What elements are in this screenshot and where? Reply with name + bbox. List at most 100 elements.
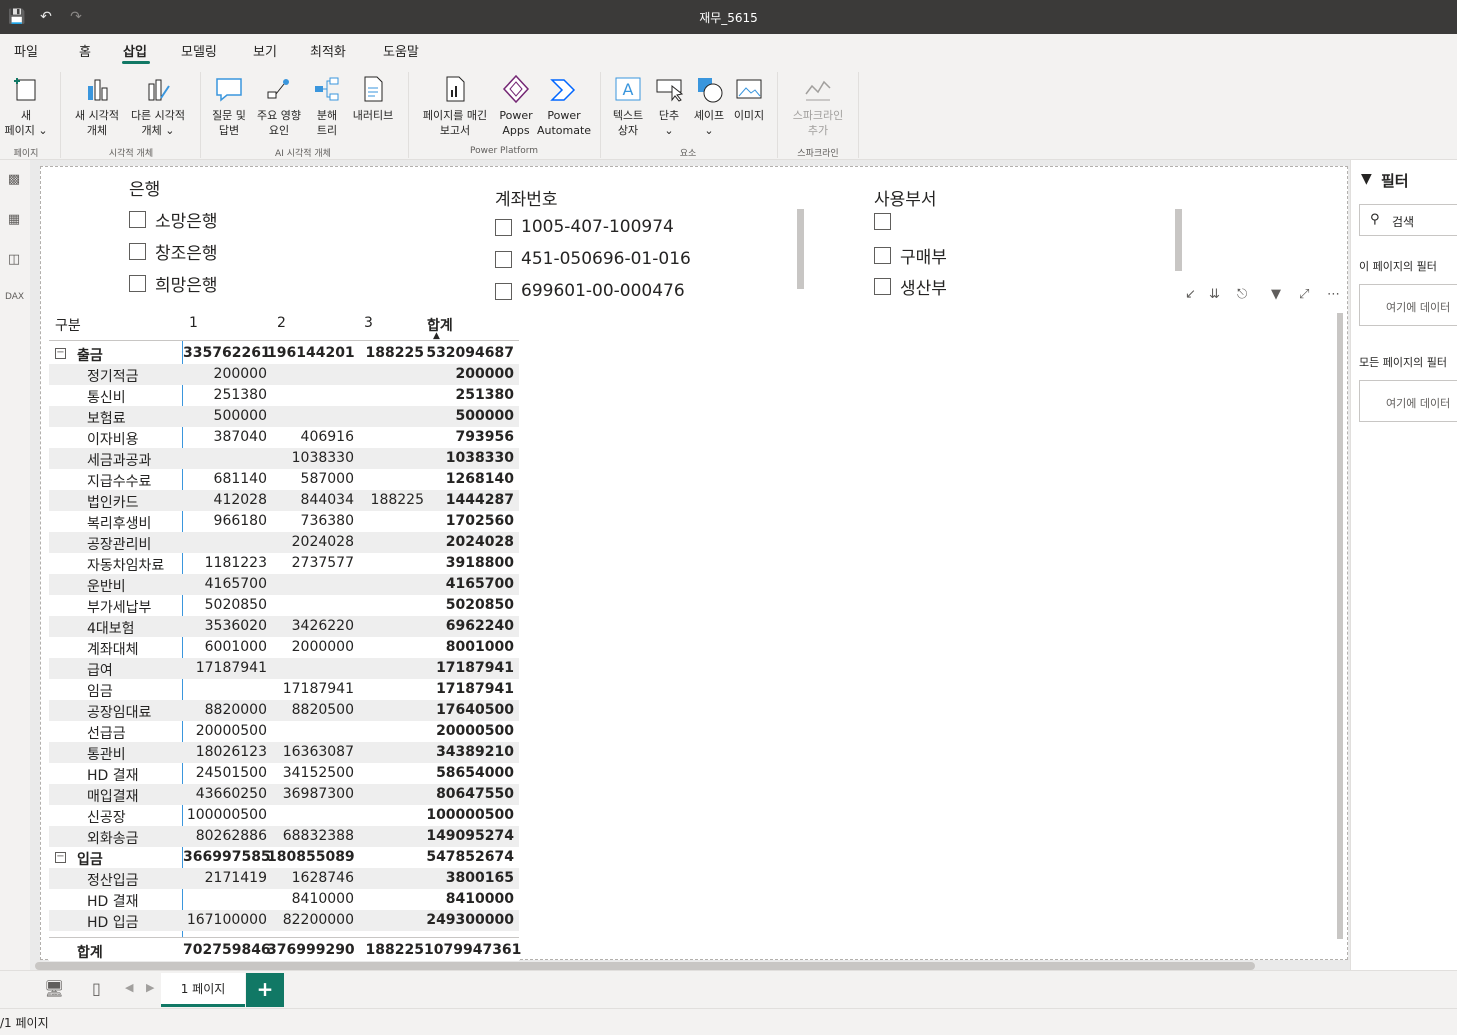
power-automate-button[interactable]: Power Automate bbox=[536, 74, 592, 138]
menu-view[interactable]: 보기 bbox=[253, 41, 277, 60]
this-page-filter-dropzone[interactable]: 여기에 데이터 bbox=[1359, 284, 1457, 326]
matrix-row[interactable]: 공장임대료 8820000 8820500 17640500 bbox=[49, 700, 519, 721]
account-slicer-item[interactable]: 451-050696-01-016 bbox=[495, 249, 691, 269]
matrix-row[interactable]: 통관비 18026123 16363087 34389210 bbox=[49, 742, 519, 763]
checkbox[interactable] bbox=[874, 247, 891, 264]
matrix-row[interactable]: 자동차임차료 1181223 2737577 3918800 bbox=[49, 553, 519, 574]
matrix-row[interactable]: 운반비 4165700 4165700 bbox=[49, 574, 519, 595]
checkbox[interactable] bbox=[874, 278, 891, 295]
checkbox[interactable] bbox=[874, 213, 891, 230]
hierarchy-icon[interactable]: ⎋ bbox=[1237, 287, 1247, 302]
menu-optimize[interactable]: 최적화 bbox=[310, 41, 346, 60]
matrix-row[interactable]: HD 입금 167100000 82200000 249300000 bbox=[49, 910, 519, 931]
new-page-button[interactable]: 새 페이지 ⌄ bbox=[2, 74, 50, 138]
matrix-row[interactable]: 통신비 251380 251380 bbox=[49, 385, 519, 406]
matrix-row[interactable]: 부가세납부 5020850 5020850 bbox=[49, 595, 519, 616]
matrix-header-category[interactable]: 구분 bbox=[55, 315, 81, 335]
page-tab-1[interactable]: 1 페이지 bbox=[161, 973, 245, 1007]
checkbox[interactable] bbox=[495, 282, 512, 300]
matrix-header-col1[interactable]: 1 bbox=[189, 315, 198, 331]
bank-slicer-item[interactable]: 창조은행 bbox=[129, 239, 218, 264]
menu-home[interactable]: 홈 bbox=[79, 41, 91, 60]
value-cell: 335762261 bbox=[183, 345, 271, 361]
drill-down-icon[interactable]: ↙ bbox=[1185, 287, 1196, 302]
more-options-icon[interactable]: ⋯ bbox=[1327, 287, 1340, 302]
matrix-row[interactable]: 계좌대체 6001000 2000000 8001000 bbox=[49, 637, 519, 658]
canvas-vertical-scrollbar[interactable] bbox=[1337, 313, 1343, 939]
all-pages-filters-label: 모든 페이지의 필터 bbox=[1359, 356, 1447, 369]
matrix-row[interactable]: 급여 17187941 17187941 bbox=[49, 658, 519, 679]
filters-search-input[interactable]: ⚲ 검색 bbox=[1359, 204, 1457, 236]
next-page-icon[interactable]: ▶ bbox=[146, 981, 154, 994]
account-slicer-item[interactable]: 699601-00-000476 bbox=[495, 281, 685, 301]
matrix-group-row[interactable]: − 입금 366997585 180855089 547852674 bbox=[49, 847, 519, 868]
matrix-header-col3[interactable]: 3 bbox=[364, 315, 373, 331]
paginated-report-button[interactable]: 페이지를 매긴 보고서 bbox=[414, 74, 496, 138]
matrix-row[interactable]: 공장관리비 2024028 2024028 bbox=[49, 532, 519, 553]
narrative-button[interactable]: 내러티브 bbox=[348, 74, 398, 123]
canvas-horizontal-scrollbar[interactable] bbox=[35, 962, 1255, 970]
table-view-icon[interactable]: ▦ bbox=[5, 212, 23, 230]
matrix-header-col2[interactable]: 2 bbox=[277, 315, 286, 331]
matrix-row[interactable]: 법인카드 412028 844034 188225 1444287 bbox=[49, 490, 519, 511]
matrix-row[interactable]: 신공장 100000500 100000500 bbox=[49, 805, 519, 826]
power-apps-button[interactable]: Power Apps bbox=[496, 74, 536, 138]
add-page-button[interactable]: + bbox=[246, 973, 284, 1007]
matrix-row[interactable]: HD 결재 24501500 34152500 58654000 bbox=[49, 763, 519, 784]
checkbox[interactable] bbox=[495, 218, 512, 236]
checkbox[interactable] bbox=[129, 275, 146, 292]
desktop-layout-icon[interactable]: 🖥 bbox=[44, 979, 64, 998]
model-view-icon[interactable]: ◫ bbox=[5, 252, 23, 270]
dax-query-view-icon[interactable]: DAX bbox=[5, 292, 24, 310]
matrix-row[interactable]: 보험료 500000 500000 bbox=[49, 406, 519, 427]
report-view-icon[interactable]: ▩ bbox=[5, 172, 23, 190]
matrix-row[interactable]: 세금과공과 1038330 1038330 bbox=[49, 448, 519, 469]
matrix-row[interactable]: 임금 17187941 17187941 bbox=[49, 679, 519, 700]
matrix-group-row[interactable]: − 출금 335762261 196144201 188225 532094687 bbox=[49, 343, 519, 364]
checkbox[interactable] bbox=[495, 250, 512, 268]
dept-slicer-item[interactable] bbox=[874, 213, 900, 230]
previous-page-icon[interactable]: ◀ bbox=[125, 981, 133, 994]
dept-slicer-scrollbar[interactable] bbox=[1175, 209, 1182, 271]
account-slicer-item[interactable]: 1005-407-100974 bbox=[495, 217, 674, 237]
checkbox[interactable] bbox=[129, 211, 146, 228]
bank-slicer-item[interactable]: 소망은행 bbox=[129, 207, 218, 232]
image-button[interactable]: 이미지 bbox=[730, 74, 768, 123]
account-slicer-scrollbar[interactable] bbox=[797, 209, 804, 289]
bank-slicer-item[interactable]: 희망은행 bbox=[129, 271, 218, 296]
matrix-row[interactable]: 정산입금 2171419 1628746 3800165 bbox=[49, 868, 519, 889]
matrix-row[interactable]: 정기적금 200000 200000 bbox=[49, 364, 519, 385]
matrix-row[interactable]: 지급수수료 681140 587000 1268140 bbox=[49, 469, 519, 490]
matrix-row[interactable]: 복리후생비 966180 736380 1702560 bbox=[49, 511, 519, 532]
key-influencers-button[interactable]: 주요 영향 요인 bbox=[252, 74, 306, 138]
qa-button[interactable]: 질문 및 답변 bbox=[207, 74, 251, 138]
all-pages-filter-dropzone[interactable]: 여기에 데이터 bbox=[1359, 380, 1457, 422]
collapse-icon[interactable]: − bbox=[55, 852, 66, 863]
shape-button[interactable]: 셰이프 ⌄ bbox=[688, 74, 730, 138]
row-label: 이자비용 bbox=[87, 432, 139, 448]
other-visual-button[interactable]: 다른 시각적 개체 ⌄ bbox=[126, 74, 190, 138]
new-visual-button[interactable]: 새 시각적 개체 bbox=[68, 74, 126, 138]
dept-slicer-item[interactable]: 생산부 bbox=[874, 274, 947, 299]
mobile-layout-icon[interactable]: ▯ bbox=[92, 979, 101, 998]
filter-icon[interactable]: ▼ bbox=[1271, 287, 1281, 302]
matrix-row[interactable]: 4대보험 3536020 3426220 6962240 bbox=[49, 616, 519, 637]
collapse-icon[interactable]: − bbox=[55, 348, 66, 359]
matrix-row[interactable]: 선급금 20000500 20000500 bbox=[49, 721, 519, 742]
matrix-row[interactable]: HD 결재 8410000 8410000 bbox=[49, 889, 519, 910]
focus-mode-icon[interactable]: ⤢ bbox=[1299, 287, 1309, 302]
matrix-row[interactable]: 매입결재 43660250 36987300 80647550 bbox=[49, 784, 519, 805]
checkbox[interactable] bbox=[129, 243, 146, 260]
menu-insert[interactable]: 삽입 bbox=[123, 41, 147, 60]
add-sparkline-button[interactable]: 스파크라인 추가 bbox=[784, 74, 852, 138]
textbox-button[interactable]: A 텍스트 상자 bbox=[606, 74, 650, 138]
button-button[interactable]: 단추 ⌄ bbox=[650, 74, 688, 138]
expand-next-level-icon[interactable]: ⇊ bbox=[1209, 287, 1220, 302]
matrix-row[interactable]: 외화송금 80262886 68832388 149095274 bbox=[49, 826, 519, 847]
menu-modeling[interactable]: 모델링 bbox=[181, 41, 217, 60]
menu-help[interactable]: 도움말 bbox=[383, 41, 419, 60]
decomp-tree-button[interactable]: 분해 트리 bbox=[307, 74, 347, 138]
menu-file[interactable]: 파일 bbox=[14, 41, 38, 60]
matrix-row[interactable]: 이자비용 387040 406916 793956 bbox=[49, 427, 519, 448]
dept-slicer-item[interactable]: 구매부 bbox=[874, 243, 947, 268]
